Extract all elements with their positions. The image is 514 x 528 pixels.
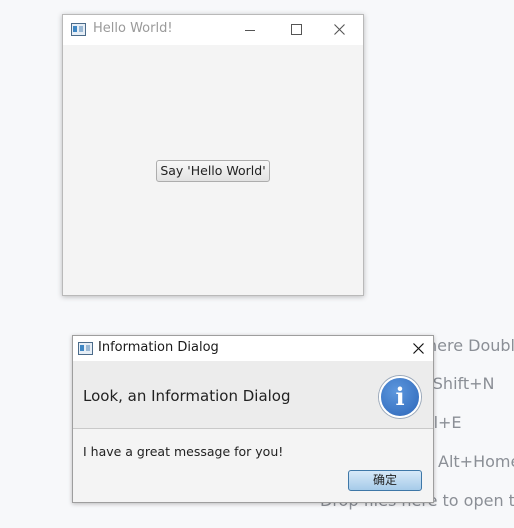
background-hint: -Shift+N [427, 374, 495, 393]
app-window-icon [78, 342, 93, 355]
close-button[interactable] [317, 15, 363, 45]
close-icon [334, 24, 345, 35]
dialog-titlebar[interactable]: Information Dialog [73, 336, 433, 361]
information-icon: i [379, 376, 421, 418]
dialog-header-text: Look, an Information Dialog [83, 387, 291, 405]
dialog-header: Look, an Information Dialog i [73, 361, 433, 429]
dialog-title: Information Dialog [98, 340, 219, 355]
say-hello-world-button[interactable]: Say 'Hello World' [156, 160, 270, 182]
background-hint: here Doubl [427, 336, 514, 355]
background-hint: Alt+Home [438, 452, 514, 471]
dialog-content-text: I have a great message for you! [83, 444, 284, 459]
information-dialog: Information Dialog Look, an Information … [72, 335, 434, 503]
minimize-icon [245, 30, 255, 31]
close-icon [413, 343, 424, 354]
window-titlebar[interactable]: Hello World! [63, 15, 363, 45]
ok-button[interactable]: 确定 [348, 470, 422, 491]
minimize-button[interactable] [227, 15, 273, 45]
maximize-icon [291, 24, 302, 35]
app-window-icon [71, 23, 86, 36]
hello-world-window: Hello World! Say 'Hello World' [62, 14, 364, 296]
maximize-button[interactable] [273, 15, 319, 45]
window-title: Hello World! [93, 21, 173, 36]
